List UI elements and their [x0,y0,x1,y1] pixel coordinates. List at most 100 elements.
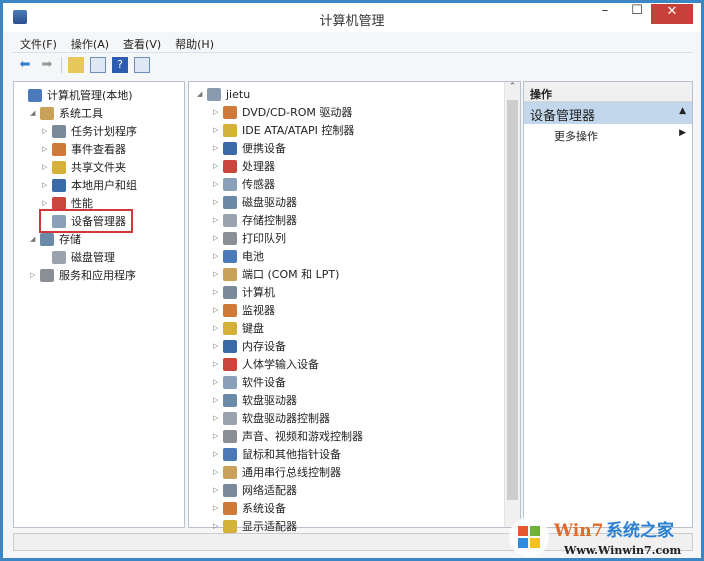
device-category[interactable]: ▷ 软盘驱动器 [213,391,297,409]
expand-icon[interactable]: ▷ [30,271,40,279]
expand-icon[interactable]: ▷ [213,144,223,152]
scroll-up-icon[interactable]: ⌃ [505,82,520,92]
tree-node-icon [52,160,66,174]
expand-icon[interactable]: ▷ [213,324,223,332]
menu-help[interactable]: 帮助(H) [168,33,221,55]
device-category-label: DVD/CD-ROM 驱动器 [242,106,353,119]
tree-item[interactable]: ◢ 存储 [30,230,81,248]
expand-icon[interactable]: ▷ [213,468,223,476]
device-category[interactable]: ▷ 传感器 [213,175,275,193]
tree-item[interactable]: ▷ 共享文件夹 [42,158,126,176]
tree-item[interactable]: ▷ 服务和应用程序 [30,266,136,284]
expand-icon[interactable]: ▷ [213,126,223,134]
vertical-scrollbar[interactable]: ⌃ [504,82,520,527]
device-category[interactable]: ▷ 键盘 [213,319,264,337]
tree-item[interactable]: 计算机管理(本地) [18,86,133,104]
expand-icon[interactable]: ▷ [213,378,223,386]
expand-icon[interactable]: ▷ [42,145,52,153]
device-icon [223,105,237,119]
expand-icon[interactable]: ▷ [213,450,223,458]
expand-icon[interactable]: ◢ [197,90,207,98]
device-category[interactable]: ▷ 存储控制器 [213,211,297,229]
tree-item[interactable]: 磁盘管理 [42,248,115,266]
expand-icon[interactable]: ▷ [213,162,223,170]
device-category-label: 声音、视频和游戏控制器 [242,430,363,443]
expand-icon[interactable]: ▷ [42,181,52,189]
device-category[interactable]: ▷ DVD/CD-ROM 驱动器 [213,103,352,121]
back-icon[interactable]: ⬅ [17,57,33,73]
device-category[interactable]: ▷ 人体学输入设备 [213,355,319,373]
forward-icon[interactable]: ➡ [39,57,55,73]
tree-node-icon [40,232,54,246]
menu-action[interactable]: 操作(A) [64,33,116,55]
expand-icon[interactable]: ▷ [213,180,223,188]
device-category[interactable]: ▷ 监视器 [213,301,275,319]
device-category[interactable]: ▷ 处理器 [213,157,275,175]
tree-item[interactable]: 设备管理器 [39,209,133,233]
expand-icon[interactable]: ▷ [213,432,223,440]
device-category[interactable]: ▷ 网络适配器 [213,481,297,499]
device-category[interactable]: ▷ 系统设备 [213,499,286,517]
device-category[interactable]: ▷ 电池 [213,247,264,265]
tree-item[interactable]: ▷ 本地用户和组 [42,176,137,194]
device-category[interactable]: ▷ 端口 (COM 和 LPT) [213,265,339,283]
expand-icon[interactable]: ▷ [213,252,223,260]
device-category[interactable]: ▷ 声音、视频和游戏控制器 [213,427,363,445]
expand-icon[interactable]: ▷ [213,216,223,224]
device-category[interactable]: ▷ 通用串行总线控制器 [213,463,341,481]
expand-icon[interactable]: ▷ [42,199,52,207]
show-hide-tree-icon[interactable] [90,57,106,73]
help-icon[interactable]: ? [112,57,128,73]
device-icon [223,411,237,425]
expand-icon[interactable]: ▷ [213,108,223,116]
device-category[interactable]: ▷ 内存设备 [213,337,286,355]
scrollbar-thumb[interactable] [507,100,518,500]
maximize-button[interactable]: ☐ [625,3,649,23]
expand-icon[interactable]: ▷ [42,127,52,135]
expand-icon[interactable]: ▷ [42,163,52,171]
actions-section-device-manager[interactable]: 设备管理器 ▲ [524,102,692,124]
tree-item[interactable]: ▷ 任务计划程序 [42,122,137,140]
device-icon [223,429,237,443]
tree-item[interactable]: ◢ 系统工具 [30,104,103,122]
device-icon [223,267,237,281]
expand-icon[interactable]: ▷ [213,198,223,206]
device-icon [223,123,237,137]
expand-icon[interactable]: ◢ [30,235,40,243]
expand-icon[interactable]: ◢ [30,109,40,117]
expand-icon[interactable]: ▷ [213,342,223,350]
minimize-button[interactable]: – [593,3,617,23]
title-bar: 计算机管理 – ☐ ✕ [3,3,701,32]
device-category[interactable]: ▷ 软件设备 [213,373,286,391]
menu-file[interactable]: 文件(F) [13,33,64,55]
collapse-icon[interactable]: ▲ [679,106,686,116]
expand-icon[interactable]: ▷ [213,288,223,296]
device-category[interactable]: ▷ 软盘驱动器控制器 [213,409,330,427]
expand-icon[interactable]: ▷ [213,306,223,314]
expand-icon[interactable]: ▷ [213,396,223,404]
tree-item[interactable]: ▷ 性能 [42,194,93,212]
tree-item-label: 存储 [59,233,81,246]
show-hide-action-pane-icon[interactable] [134,57,150,73]
close-button[interactable]: ✕ [651,4,693,24]
more-actions[interactable]: 更多操作 ▶ [524,124,692,148]
expand-icon[interactable]: ▷ [213,522,223,530]
expand-icon[interactable]: ▷ [213,486,223,494]
device-category[interactable]: ▷ 计算机 [213,283,275,301]
up-folder-icon[interactable] [68,57,84,73]
device-category[interactable]: ▷ IDE ATA/ATAPI 控制器 [213,121,354,139]
expand-icon[interactable]: ▷ [213,270,223,278]
device-root[interactable]: ◢ jietu [197,85,250,103]
expand-icon[interactable]: ▷ [213,360,223,368]
device-category[interactable]: ▷ 打印队列 [213,229,286,247]
device-category[interactable]: ▷ 磁盘驱动器 [213,193,297,211]
device-category-label: 打印队列 [242,232,286,245]
expand-icon[interactable]: ▷ [213,234,223,242]
device-category[interactable]: ▷ 便携设备 [213,139,286,157]
device-category[interactable]: ▷ 鼠标和其他指针设备 [213,445,341,463]
tree-item[interactable]: ▷ 事件查看器 [42,140,126,158]
tree-node-icon [52,178,66,192]
menu-view[interactable]: 查看(V) [116,33,168,55]
expand-icon[interactable]: ▷ [213,504,223,512]
expand-icon[interactable]: ▷ [213,414,223,422]
